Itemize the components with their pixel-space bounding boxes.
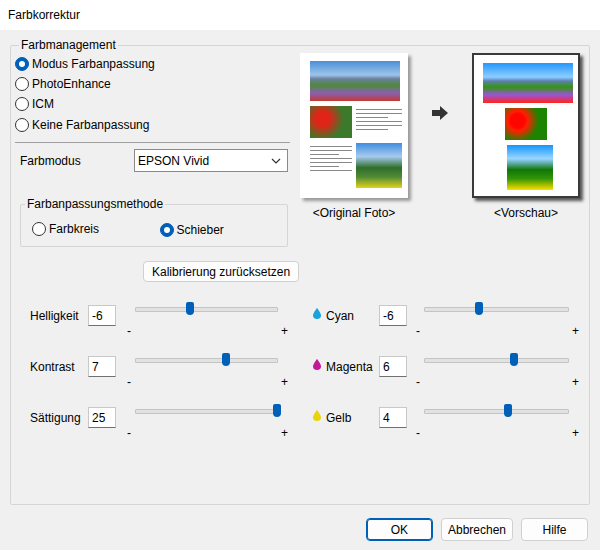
plus-label: + <box>572 325 579 338</box>
title-bar: Farbkorrektur <box>0 0 600 30</box>
slider-label: Sättigung <box>30 404 88 425</box>
plus-label: + <box>572 376 579 389</box>
slider-row: Magenta6- + <box>310 353 581 387</box>
color-mode-row: FarbmodusEPSON Vivid <box>15 149 290 172</box>
slider-track[interactable] <box>135 358 278 363</box>
method-option[interactable]: Farbkreis <box>32 219 160 239</box>
plus-label: + <box>572 427 579 440</box>
group-title: Farbmanagement <box>19 38 118 52</box>
preview-caption: <Vorschau> <box>494 206 558 220</box>
slider-row: Helligkeit-6- + <box>30 302 310 336</box>
arrow-right-icon <box>432 106 448 120</box>
slider-track[interactable] <box>424 358 569 363</box>
window-title: Farbkorrektur <box>8 8 80 22</box>
value-field[interactable]: -6 <box>88 305 116 326</box>
slider-row: Cyan-6- + <box>310 302 581 336</box>
color-management-option[interactable]: Keine Farbanpassung <box>15 115 290 135</box>
radio-icon[interactable] <box>160 223 174 237</box>
ink-drop-icon <box>313 410 321 421</box>
slider-thumb[interactable] <box>186 302 194 315</box>
photo <box>356 143 402 188</box>
ink-drop-icon <box>313 308 321 319</box>
preview-page <box>300 53 408 198</box>
dialog-button[interactable]: Abbrechen <box>441 518 513 541</box>
slider-row: Kontrast7- + <box>30 353 310 387</box>
photo <box>505 108 547 140</box>
photo <box>483 63 573 103</box>
slider-track[interactable] <box>135 409 278 414</box>
slider-thumb[interactable] <box>504 404 512 417</box>
group-title: Farbanpassungsmethode <box>25 197 165 211</box>
dialog-button[interactable]: OK <box>366 518 433 541</box>
slider-label: Helligkeit <box>30 302 88 323</box>
slider-label: Cyan <box>326 302 379 323</box>
slider-label: Gelb <box>326 404 379 425</box>
minus-label: - <box>416 376 420 389</box>
color-management-option[interactable]: Modus Farbanpassung <box>15 54 290 74</box>
separator <box>15 142 290 143</box>
photo <box>507 145 553 190</box>
color-mode-label: Farbmodus <box>20 154 134 168</box>
plus-label: + <box>281 427 288 440</box>
radio-icon[interactable] <box>15 97 29 111</box>
reset-calibration-button[interactable]: Kalibrierung zurücksetzen <box>143 261 299 282</box>
color-management-option[interactable]: PhotoEnhance <box>15 74 290 94</box>
radio-icon[interactable] <box>15 77 29 91</box>
color-correction-dialog: Farbkorrektur Farbmanagement Modus Farbanp… <box>0 0 600 550</box>
slider-thumb[interactable] <box>222 353 230 366</box>
minus-label: - <box>127 427 131 440</box>
preview-caption: <Original Foto> <box>313 206 396 220</box>
slider-track[interactable] <box>424 409 569 414</box>
photo <box>310 61 400 101</box>
value-field[interactable]: 6 <box>379 356 407 377</box>
plus-label: + <box>281 325 288 338</box>
color-management-group: Farbmanagement Modus FarbanpassungPhotoEn… <box>10 38 590 505</box>
minus-label: - <box>416 325 420 338</box>
minus-label: - <box>127 376 131 389</box>
ink-drop-icon <box>313 359 321 370</box>
chevron-down-icon <box>271 158 281 164</box>
slider-row: Gelb4- + <box>310 404 581 438</box>
minus-label: - <box>127 325 131 338</box>
minus-label: - <box>416 427 420 440</box>
preview: <Vorschau> <box>472 53 580 247</box>
plus-label: + <box>281 376 288 389</box>
color-mode-dropdown[interactable]: EPSON Vivid <box>134 149 288 172</box>
slider-row: Sättigung25- + <box>30 404 310 438</box>
photo <box>310 106 352 138</box>
slider-track[interactable] <box>135 307 278 312</box>
slider-thumb[interactable] <box>475 302 483 315</box>
dialog-button[interactable]: Hilfe <box>521 518 588 541</box>
slider-track[interactable] <box>424 307 569 312</box>
slider-label: Magenta <box>326 353 379 374</box>
value-field[interactable]: 25 <box>88 407 116 428</box>
value-field[interactable]: 4 <box>379 407 407 428</box>
radio-icon[interactable] <box>32 222 46 236</box>
preview-page <box>472 53 580 198</box>
previews: <Original Foto> <Vorschau> <box>300 53 580 247</box>
value-field[interactable]: 7 <box>88 356 116 377</box>
method-option[interactable]: Schieber <box>160 220 288 240</box>
slider-label: Kontrast <box>30 353 88 374</box>
slider-thumb[interactable] <box>273 404 281 417</box>
radio-icon[interactable] <box>15 118 29 132</box>
radio-icon[interactable] <box>15 57 29 71</box>
color-management-option[interactable]: ICM <box>15 94 290 114</box>
method-group: Farbanpassungsmethode FarbkreisSchieber <box>20 197 288 247</box>
button-row: OK Abbrechen Hilfe <box>0 518 600 541</box>
preview: <Original Foto> <box>300 53 408 247</box>
slider-thumb[interactable] <box>510 353 518 366</box>
value-field[interactable]: -6 <box>379 305 407 326</box>
